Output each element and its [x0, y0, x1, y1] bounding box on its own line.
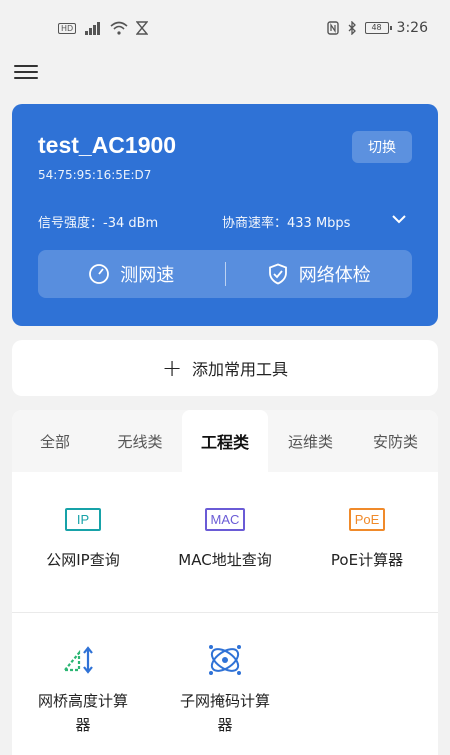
bluetooth-icon: [348, 21, 356, 35]
tab-operations[interactable]: 运维类: [268, 410, 353, 472]
shield-check-icon: [268, 263, 287, 285]
mac-icon-text: MAC: [204, 507, 246, 531]
ip-icon-text: IP: [64, 507, 102, 531]
ip-icon: IP: [61, 502, 105, 536]
negotiated-rate: 协商速率：433 Mbps: [222, 216, 351, 231]
wifi-icon: [110, 21, 128, 35]
tool-label: MAC地址查询: [178, 551, 272, 569]
tab-all[interactable]: 全部: [12, 410, 98, 472]
router-name: test_AC1900: [38, 132, 177, 158]
category-tabs: 全部 无线类 工程类 运维类 安防类: [12, 410, 438, 472]
tools-panel: 全部 无线类 工程类 运维类 安防类 IP 公网IP查询 MAC MAC地址查询…: [12, 410, 438, 755]
menu-icon[interactable]: [14, 60, 38, 84]
speedometer-icon: [89, 264, 110, 284]
tool-subnet-mask-calculator[interactable]: 子网掩码计算器: [154, 613, 296, 752]
signal-strength: 信号强度：-34 dBm: [38, 216, 159, 231]
poe-icon-text: PoE: [348, 507, 386, 531]
tab-security[interactable]: 安防类: [353, 410, 438, 472]
speed-test-label: 测网速: [120, 265, 175, 286]
battery-icon: 48: [364, 22, 392, 34]
bridge-height-icon: [61, 643, 105, 677]
speed-test-button[interactable]: 测网速: [38, 261, 225, 287]
tool-label: PoE计算器: [330, 551, 404, 569]
add-tool-label: 添加常用工具: [192, 360, 289, 379]
tool-public-ip-query[interactable]: IP 公网IP查询: [12, 472, 154, 612]
tool-label: 子网掩码计算器: [179, 692, 270, 734]
router-card: test_AC1900 54:75:95:16:5E:D7 切换 信号强度：-3…: [12, 104, 438, 326]
tool-row: 网桥高度计算器 子网掩码计算器: [12, 612, 438, 752]
tool-row: IP 公网IP查询 MAC MAC地址查询 PoE PoE计算器: [12, 472, 438, 612]
tool-label: 网桥高度计算器: [37, 692, 128, 734]
status-right: 48 3:26: [326, 20, 428, 36]
clock: 3:26: [396, 20, 428, 36]
menu-bar: [14, 77, 38, 79]
menu-bar: [14, 71, 38, 73]
health-check-button[interactable]: 网络体检: [226, 261, 413, 287]
tool-mac-address-query[interactable]: MAC MAC地址查询: [154, 472, 296, 612]
chevron-down-icon[interactable]: [390, 210, 408, 228]
signal-icon: [85, 22, 101, 35]
mac-icon: MAC: [203, 502, 247, 536]
status-left: HD: [58, 21, 149, 35]
status-bar: HD 48 3:26: [0, 0, 450, 56]
nfc-icon: [326, 21, 339, 35]
hd-icon: HD: [58, 22, 77, 34]
tab-wireless[interactable]: 无线类: [98, 410, 182, 472]
menu-bar: [14, 65, 38, 67]
tool-poe-calculator[interactable]: PoE PoE计算器: [296, 472, 438, 612]
switch-button[interactable]: 切换: [352, 131, 412, 163]
health-check-label: 网络体检: [298, 265, 371, 286]
tool-label: 公网IP查询: [46, 551, 120, 569]
add-tool-button[interactable]: + 添加常用工具: [12, 340, 438, 396]
plus-icon: +: [161, 354, 183, 382]
subnet-mask-icon: [203, 643, 247, 677]
hourglass-icon: [136, 21, 149, 35]
subnet-mask-svg: [209, 645, 241, 675]
router-mac: 54:75:95:16:5E:D7: [38, 168, 152, 182]
bridge-height-svg: [62, 646, 93, 674]
tab-engineering[interactable]: 工程类: [182, 410, 268, 472]
tool-bridge-height-calculator[interactable]: 网桥高度计算器: [12, 613, 154, 752]
action-bar: 测网速 网络体检: [38, 250, 412, 298]
poe-icon: PoE: [345, 502, 389, 536]
tool-grid: IP 公网IP查询 MAC MAC地址查询 PoE PoE计算器 网桥高度计算器…: [12, 472, 438, 752]
